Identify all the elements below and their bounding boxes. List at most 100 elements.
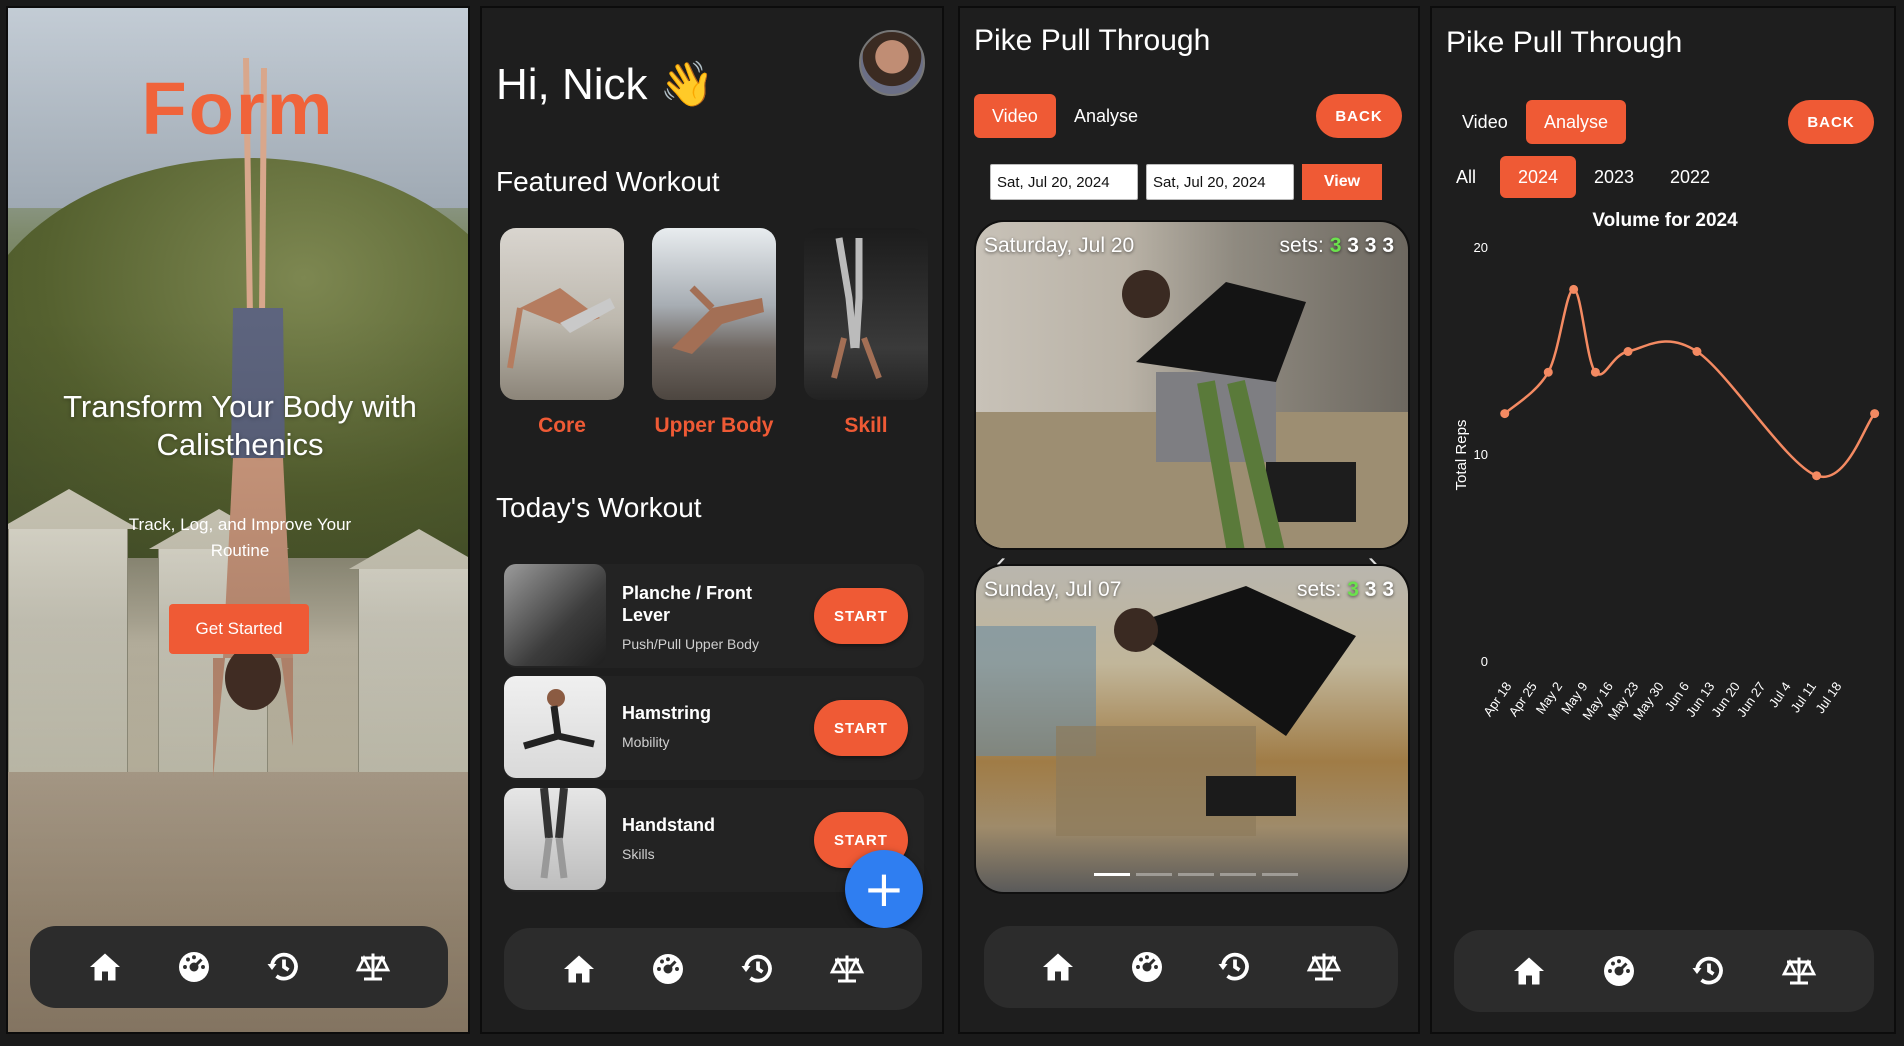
nav-balance[interactable] <box>823 945 871 993</box>
start-button[interactable]: START <box>814 588 908 644</box>
featured-label: Core <box>538 414 586 437</box>
workout-image <box>504 676 606 778</box>
exercise-analyse-screen: Pike Pull Through Video Analyse BACK All… <box>1430 6 1896 1034</box>
nav-history[interactable] <box>1685 947 1733 995</box>
bottom-nav <box>504 928 922 1010</box>
set-count: 3 <box>1347 578 1359 601</box>
tab-analyse[interactable]: Analyse <box>1526 100 1627 144</box>
date-from-field[interactable] <box>990 164 1138 200</box>
avatar[interactable] <box>859 30 925 96</box>
nav-dashboard[interactable] <box>644 945 692 993</box>
sets-summary: sets: 3 3 3 3 <box>1280 234 1394 258</box>
landing-screen: Form Transform Your Body with Calistheni… <box>6 6 470 1034</box>
nav-balance[interactable] <box>1775 947 1823 995</box>
nav-dashboard[interactable] <box>170 943 218 991</box>
workout-subtitle: Push/Pull Upper Body <box>622 636 759 652</box>
nav-dashboard[interactable] <box>1123 943 1171 991</box>
series-line <box>1503 288 1876 479</box>
back-button[interactable]: BACK <box>1788 100 1874 144</box>
set-count: 3 <box>1382 578 1394 601</box>
balance-icon <box>830 955 865 983</box>
workout-row[interactable]: Hamstring Mobility START <box>504 676 924 780</box>
session-card[interactable]: Sunday, Jul 07 sets: 3 3 3 <box>974 564 1410 894</box>
todays-workout-heading: Today's Workout <box>496 492 702 523</box>
year-filter-2022[interactable]: 2022 <box>1652 156 1728 198</box>
start-button[interactable]: START <box>814 700 908 756</box>
year-filter-2024[interactable]: 2024 <box>1500 156 1577 198</box>
hero-title: Transform Your Body with Calisthenics <box>63 389 417 462</box>
tab-analyse[interactable]: Analyse <box>1056 94 1156 138</box>
set-count: 3 <box>1347 234 1359 257</box>
session-date: Saturday, Jul 20 <box>984 234 1135 257</box>
session-date: Sunday, Jul 07 <box>984 578 1122 601</box>
back-button[interactable]: BACK <box>1316 94 1402 138</box>
workout-image <box>504 564 606 666</box>
y-tick-label: 0 <box>1481 654 1488 669</box>
nav-history[interactable] <box>260 943 308 991</box>
view-button[interactable]: View <box>1302 164 1382 200</box>
nav-home[interactable] <box>1034 943 1082 991</box>
year-filter-all[interactable]: All <box>1438 156 1494 198</box>
tab-video[interactable]: Video <box>1444 100 1526 144</box>
featured-image <box>652 228 776 400</box>
date-to-field[interactable] <box>1146 164 1294 200</box>
sets-label: sets: <box>1297 578 1342 601</box>
workout-row[interactable]: Planche / Front Lever Push/Pull Upper Bo… <box>504 564 924 668</box>
data-point <box>1569 284 1579 294</box>
featured-image <box>500 228 624 400</box>
nav-home[interactable] <box>555 945 603 993</box>
dashboard-icon <box>1604 956 1634 986</box>
balance-icon <box>356 953 391 981</box>
featured-heading: Featured Workout <box>496 166 720 197</box>
data-point <box>1590 367 1600 377</box>
data-point <box>1543 367 1553 377</box>
data-point <box>1812 471 1822 481</box>
bottom-nav <box>30 926 448 1008</box>
get-started-button[interactable]: Get Started <box>169 604 309 654</box>
history-icon <box>741 954 772 983</box>
nav-history[interactable] <box>1211 943 1259 991</box>
app-showcase: Form Transform Your Body with Calistheni… <box>0 0 1904 1046</box>
session-card[interactable]: Saturday, Jul 20 sets: 3 3 3 3 <box>974 220 1410 550</box>
workout-title: Hamstring <box>622 703 712 723</box>
brand-logo: Form <box>141 67 335 150</box>
session-photo <box>976 566 1408 892</box>
x-tick-label: Jul 18 <box>1812 679 1844 716</box>
year-filter-2023[interactable]: 2023 <box>1576 156 1652 198</box>
history-icon <box>1218 952 1250 981</box>
nav-home[interactable] <box>81 943 129 991</box>
y-tick-label: 10 <box>1474 447 1488 462</box>
sets-summary: sets: 3 3 3 <box>1297 578 1394 602</box>
balance-icon <box>1781 957 1817 985</box>
featured-card-upper-body[interactable]: Upper Body <box>652 228 776 438</box>
greeting: Hi, Nick 👋 <box>496 60 715 109</box>
dashboard-icon <box>653 954 684 984</box>
set-count: 3 <box>1364 578 1377 601</box>
bottom-nav <box>1454 930 1874 1012</box>
featured-label: Skill <box>844 414 888 437</box>
featured-card-core[interactable]: Core <box>500 228 624 438</box>
exercise-video-screen: Pike Pull Through Video Analyse BACK Vie… <box>958 6 1420 1034</box>
home-icon <box>1043 953 1074 981</box>
volume-line-chart: 01020Total RepsApr 18Apr 25May 2May 9May… <box>1453 240 1880 723</box>
bottom-nav <box>984 926 1398 1008</box>
tab-video[interactable]: Video <box>974 94 1056 138</box>
set-count: 3 <box>1329 234 1342 257</box>
carousel-dots <box>1094 873 1298 876</box>
add-workout-button[interactable]: + <box>845 850 923 928</box>
workout-title: Handstand <box>622 815 716 835</box>
nav-history[interactable] <box>734 945 782 993</box>
home-icon <box>1514 957 1544 985</box>
nav-balance[interactable] <box>349 943 397 991</box>
nav-balance[interactable] <box>1300 943 1348 991</box>
hero-subtitle: Track, Log, and Improve Your Routine <box>128 515 352 560</box>
workout-subtitle: Mobility <box>622 734 670 750</box>
nav-dashboard[interactable] <box>1595 947 1643 995</box>
featured-image <box>804 228 928 400</box>
home-screen: Hi, Nick 👋 Featured Workout Core Upper B… <box>480 6 944 1034</box>
nav-home[interactable] <box>1505 947 1553 995</box>
sets-label: sets: <box>1279 234 1324 257</box>
featured-card-skill[interactable]: Skill <box>804 228 928 438</box>
session-photo <box>976 222 1408 548</box>
featured-label: Upper Body <box>654 414 774 437</box>
